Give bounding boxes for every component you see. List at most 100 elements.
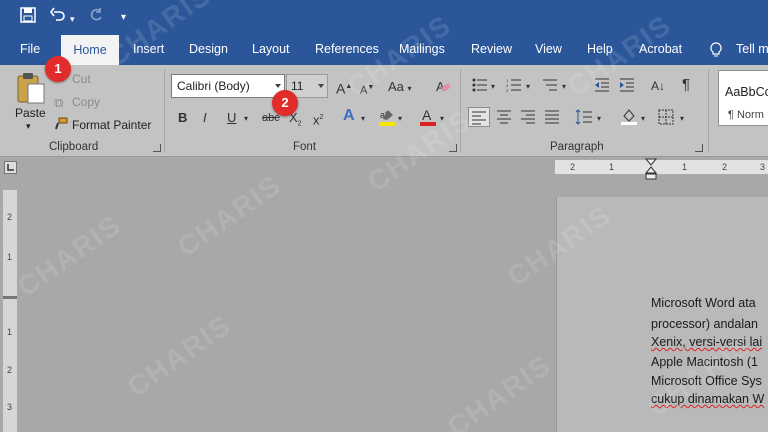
line-spacing-icon[interactable] xyxy=(575,109,593,128)
ruler-label: 1 xyxy=(7,252,13,262)
borders-dropdown-icon[interactable]: ▾ xyxy=(680,111,684,127)
tab-references[interactable]: References xyxy=(315,34,379,65)
tab-mailings[interactable]: Mailings xyxy=(399,34,445,65)
sort-icon[interactable]: A↓ xyxy=(651,78,665,94)
indent-marker-icon[interactable] xyxy=(644,158,658,183)
tab-home[interactable]: Home xyxy=(61,35,119,65)
watermark: CHARIS xyxy=(441,348,558,432)
highlight-dropdown-icon[interactable]: ▾ xyxy=(398,111,402,127)
ruler-label: 1 xyxy=(682,162,688,172)
ruler-track xyxy=(555,160,768,174)
ruler-label: 3 xyxy=(760,162,766,172)
change-case-button[interactable]: Aa ▾ xyxy=(388,79,412,97)
tab-selector-icon[interactable] xyxy=(4,161,17,174)
tab-insert[interactable]: Insert xyxy=(133,34,164,65)
customize-toolbar-icon[interactable]: ▾ xyxy=(121,8,126,28)
ruler-label: 1 xyxy=(609,162,615,172)
shading-icon[interactable] xyxy=(620,107,638,128)
step-badge-1: 1 xyxy=(45,56,71,82)
font-group-label: Font xyxy=(293,141,317,153)
multilevel-dropdown-icon[interactable]: ▾ xyxy=(562,79,566,95)
paste-icon[interactable] xyxy=(16,71,46,108)
bullets-dropdown-icon[interactable]: ▾ xyxy=(491,79,495,95)
text-effects-icon[interactable]: A xyxy=(343,108,355,124)
group-divider xyxy=(460,69,461,153)
copy-icon: ⧉ xyxy=(54,95,64,110)
numbering-dropdown-icon[interactable]: ▾ xyxy=(526,79,530,95)
justify-icon[interactable] xyxy=(544,109,560,128)
copy-button[interactable]: Copy xyxy=(72,95,100,109)
align-center-icon[interactable] xyxy=(496,109,512,128)
clipboard-group-label: Clipboard xyxy=(49,141,99,153)
tab-layout[interactable]: Layout xyxy=(252,34,290,65)
font-color-icon[interactable]: A xyxy=(419,107,437,130)
tell-me-search[interactable]: Tell m xyxy=(736,34,768,65)
redo-icon[interactable] xyxy=(88,7,104,29)
text-effects-dropdown-icon[interactable]: ▾ xyxy=(361,111,365,127)
tab-view[interactable]: View xyxy=(535,34,562,65)
paragraph-launcher-icon[interactable] xyxy=(695,144,703,152)
svg-text:A: A xyxy=(422,107,432,123)
document-line[interactable]: cukup dinamakan W xyxy=(651,392,764,406)
shading-dropdown-icon[interactable]: ▾ xyxy=(641,111,645,127)
underline-dropdown-icon[interactable]: ▾ xyxy=(244,111,248,127)
tab-review[interactable]: Review xyxy=(471,34,512,65)
ruler-label: 2 xyxy=(722,162,728,172)
ribbon-tabs: File Home Insert Design Layout Reference… xyxy=(0,34,768,65)
underline-button[interactable]: U xyxy=(227,110,236,126)
font-launcher-icon[interactable] xyxy=(449,144,457,152)
bold-button[interactable]: B xyxy=(178,110,187,126)
document-line[interactable]: Xenix, versi-versi lai xyxy=(651,335,762,349)
cut-button[interactable]: Cut xyxy=(72,72,91,86)
align-left-icon[interactable] xyxy=(468,107,490,127)
show-formatting-button[interactable]: ¶ xyxy=(682,77,690,93)
increase-indent-icon[interactable] xyxy=(619,78,635,95)
font-name-dropdown[interactable]: Calibri (Body) xyxy=(171,74,285,98)
tab-file[interactable]: File xyxy=(20,34,40,65)
vertical-margin-marker[interactable] xyxy=(3,296,17,299)
paragraph-group-label: Paragraph xyxy=(550,141,604,153)
italic-button[interactable]: I xyxy=(203,110,207,126)
tab-acrobat[interactable]: Acrobat xyxy=(639,34,682,65)
format-painter-icon xyxy=(54,117,68,134)
document-line[interactable]: processor) andalan xyxy=(651,317,758,331)
font-name-value: Calibri (Body) xyxy=(177,79,250,93)
ruler-label: 3 xyxy=(7,402,13,412)
watermark: CHARIS xyxy=(171,168,288,263)
watermark: CHARIS xyxy=(11,208,128,303)
numbering-icon[interactable]: 123 xyxy=(506,78,522,95)
borders-icon[interactable] xyxy=(658,109,674,128)
ruler-label: 2 xyxy=(7,365,13,375)
grow-font-icon[interactable]: A▲ xyxy=(336,79,352,97)
tab-design[interactable]: Design xyxy=(189,34,228,65)
lightbulb-icon[interactable] xyxy=(710,34,722,65)
format-painter-button[interactable]: Format Painter xyxy=(72,118,151,132)
style-normal-label: ¶ Norm xyxy=(728,109,764,121)
paste-dropdown-icon[interactable]: ▾ xyxy=(26,121,31,132)
styles-gallery[interactable]: AaBbCc ¶ Norm xyxy=(718,70,768,126)
svg-text:3: 3 xyxy=(506,88,509,92)
clipboard-launcher-icon[interactable] xyxy=(153,144,161,152)
decrease-indent-icon[interactable] xyxy=(594,78,610,95)
group-divider xyxy=(708,69,709,153)
paste-button[interactable]: Paste xyxy=(15,106,46,120)
document-line[interactable]: Microsoft Word ata xyxy=(651,296,756,310)
multilevel-list-icon[interactable] xyxy=(542,78,558,95)
undo-icon[interactable] xyxy=(50,7,66,29)
align-right-icon[interactable] xyxy=(520,109,536,128)
clear-formatting-icon[interactable]: A xyxy=(435,78,451,97)
document-line[interactable]: Apple Macintosh (1 xyxy=(651,355,758,369)
save-icon[interactable] xyxy=(20,7,36,29)
line-spacing-dropdown-icon[interactable]: ▾ xyxy=(597,111,601,127)
ruler-label: 2 xyxy=(570,162,576,172)
shrink-font-icon[interactable]: A▼ xyxy=(360,80,374,99)
highlight-icon[interactable]: ab xyxy=(378,107,396,130)
chevron-down-icon xyxy=(318,84,324,88)
font-color-dropdown-icon[interactable]: ▾ xyxy=(440,111,444,127)
step-badge-2: 2 xyxy=(272,90,298,116)
superscript-button[interactable]: x2 xyxy=(313,110,323,128)
undo-dropdown-icon[interactable]: ▾ xyxy=(70,9,75,29)
bullets-icon[interactable] xyxy=(472,78,488,95)
document-line[interactable]: Microsoft Office Sys xyxy=(651,374,762,388)
tab-help[interactable]: Help xyxy=(587,34,613,65)
